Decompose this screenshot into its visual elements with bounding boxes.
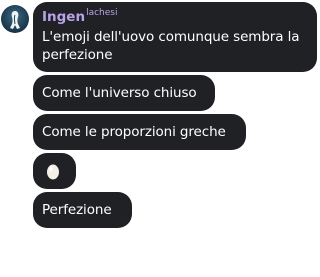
message-bubble[interactable]: Ingen lachesi L'emoji dell'uovo comunque… — [33, 2, 317, 72]
sender-tag: lachesi — [86, 8, 118, 18]
message-text: Come l'universo chiuso — [42, 85, 197, 101]
sender-name[interactable]: Ingen — [42, 8, 85, 26]
message-text: Come le proporzioni greche — [42, 124, 226, 140]
sender-avatar[interactable] — [1, 5, 29, 33]
sender-row: Ingen lachesi — [42, 8, 308, 26]
message-bubble[interactable]: Come le proporzioni greche — [33, 114, 246, 150]
message-bubble[interactable]: Come l'universo chiuso — [33, 75, 215, 111]
message-text: Perfezione — [42, 202, 112, 218]
egg-emoji-icon — [47, 164, 59, 180]
message-bubble[interactable]: Perfezione — [33, 192, 132, 228]
message-bubble[interactable] — [33, 153, 76, 189]
avatar-figure-icon — [10, 11, 20, 29]
message-text: L'emoji dell'uovo comunque sembra la per… — [42, 29, 300, 63]
